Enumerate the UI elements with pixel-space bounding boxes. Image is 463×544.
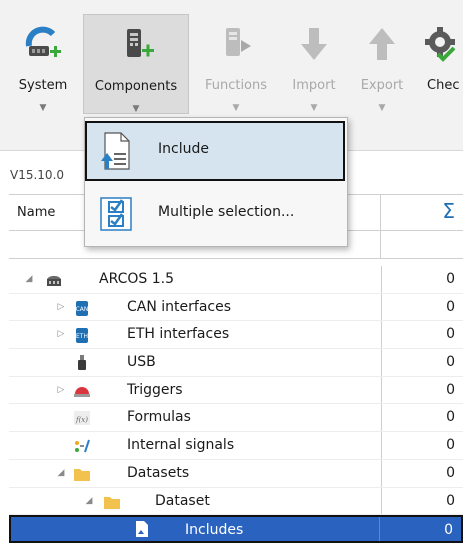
chevron-down-icon: ▼ — [378, 103, 386, 113]
column-header-sum[interactable]: Σ — [381, 195, 463, 231]
functions-button[interactable]: Functions ▼ — [196, 14, 276, 114]
tree-row-count: 0 — [381, 459, 463, 487]
tree-row-label: ETH interfaces — [127, 326, 230, 343]
tree-row[interactable]: ▷ CAN CAN interfaces 0 — [9, 293, 463, 322]
collapsed-triangle-icon[interactable]: ▷ — [55, 377, 67, 404]
menu-item-include[interactable]: Include — [85, 121, 345, 181]
tree-row[interactable]: ◢ Datasets 0 — [9, 459, 463, 488]
tree-row-label: ARCOS 1.5 — [99, 271, 175, 287]
tree-row-label: Includes — [185, 522, 244, 539]
tree-row[interactable]: ◢ ARCOS 1.5 0 — [9, 266, 463, 294]
svg-text:ETH: ETH — [76, 333, 88, 340]
include-icon — [101, 132, 130, 170]
check-button-label: Chec — [427, 78, 460, 93]
folder-icon — [104, 496, 120, 509]
tree-row-label: Internal signals — [127, 437, 235, 454]
tree-row-count: 0 — [381, 266, 463, 293]
trigger-icon — [74, 386, 90, 397]
functions-icon — [226, 28, 251, 56]
components-dropdown-menu: Include Multiple selection... — [84, 117, 348, 247]
folder-icon — [74, 468, 90, 481]
tree-row-label: USB — [127, 354, 156, 371]
system-button[interactable]: System ▼ — [8, 14, 78, 114]
usb-icon — [78, 355, 86, 371]
tree-row-count: 0 — [381, 487, 463, 515]
collapsed-triangle-icon[interactable]: ▷ — [55, 321, 67, 348]
filter-cell-sum[interactable] — [381, 231, 463, 259]
includes-icon — [136, 521, 148, 538]
version-label: V15.10.0 — [10, 168, 65, 182]
chevron-down-icon: ▼ — [39, 103, 47, 113]
chevron-down-icon: ▼ — [232, 103, 240, 113]
tree-row-label: Formulas — [127, 409, 191, 426]
multiple-selection-icon — [100, 197, 132, 231]
export-button-label: Export — [360, 78, 404, 93]
chevron-down-icon: ▼ — [132, 104, 140, 114]
components-icon — [127, 29, 154, 57]
tree-row-count: 0 — [381, 321, 463, 349]
formula-icon: f(x) — [74, 411, 90, 426]
tree-row-count: 0 — [381, 404, 463, 432]
tree-row[interactable]: USB 0 — [9, 349, 463, 377]
tree-row-selected[interactable]: Includes 0 — [9, 515, 463, 543]
expanded-triangle-icon[interactable]: ◢ — [83, 488, 95, 515]
svg-text:f(x): f(x) — [75, 416, 88, 424]
menu-item-label: Include — [158, 141, 209, 157]
tree-row-count: 0 — [381, 432, 463, 459]
check-icon — [425, 27, 456, 62]
expanded-triangle-icon[interactable]: ◢ — [55, 460, 67, 487]
menu-item-multiple-selection[interactable]: Multiple selection... — [85, 184, 345, 244]
eth-icon: ETH — [76, 328, 88, 344]
tree-row[interactable]: f(x) Formulas 0 — [9, 404, 463, 433]
tree-row-count: 0 — [381, 293, 463, 321]
tree-row-label: Dataset — [155, 492, 210, 509]
collapsed-triangle-icon[interactable]: ▷ — [55, 294, 67, 321]
functions-button-label: Functions — [204, 78, 268, 93]
import-button[interactable]: Import ▼ — [282, 14, 346, 114]
check-button[interactable]: Chec — [418, 14, 463, 114]
components-button-label: Components — [94, 79, 178, 94]
components-button[interactable]: Components ▼ — [83, 14, 189, 114]
export-icon — [369, 28, 395, 60]
tree-row-label: CAN interfaces — [127, 298, 232, 315]
system-button-label: System — [18, 78, 68, 93]
svg-text:CAN: CAN — [76, 306, 89, 313]
internal-signals-icon — [75, 439, 90, 453]
expanded-triangle-icon[interactable]: ◢ — [23, 266, 35, 293]
can-icon: CAN — [76, 300, 89, 316]
tree-row-count: 0 — [381, 349, 463, 376]
tree-row[interactable]: ▷ Triggers 0 — [9, 376, 463, 405]
system-icon — [25, 26, 61, 57]
tree-row-count: 0 — [379, 517, 461, 541]
import-icon — [301, 28, 327, 60]
tree-row-label: Triggers — [127, 381, 183, 398]
component-tree: ◢ ARCOS 1.5 0 ▷ CAN CAN interfaces 0 ▷ E… — [9, 266, 463, 543]
menu-item-label: Multiple selection... — [158, 204, 295, 220]
tree-row-label: Datasets — [127, 464, 190, 481]
export-button[interactable]: Export ▼ — [352, 14, 412, 114]
tree-row[interactable]: ▷ ETH ETH interfaces 0 — [9, 321, 463, 350]
tree-row[interactable]: ◢ Dataset 0 — [9, 487, 463, 516]
chevron-down-icon: ▼ — [310, 103, 318, 113]
import-button-label: Import — [292, 78, 336, 93]
device-icon — [47, 275, 61, 286]
tree-row-count: 0 — [381, 376, 463, 404]
tree-row[interactable]: Internal signals 0 — [9, 432, 463, 460]
